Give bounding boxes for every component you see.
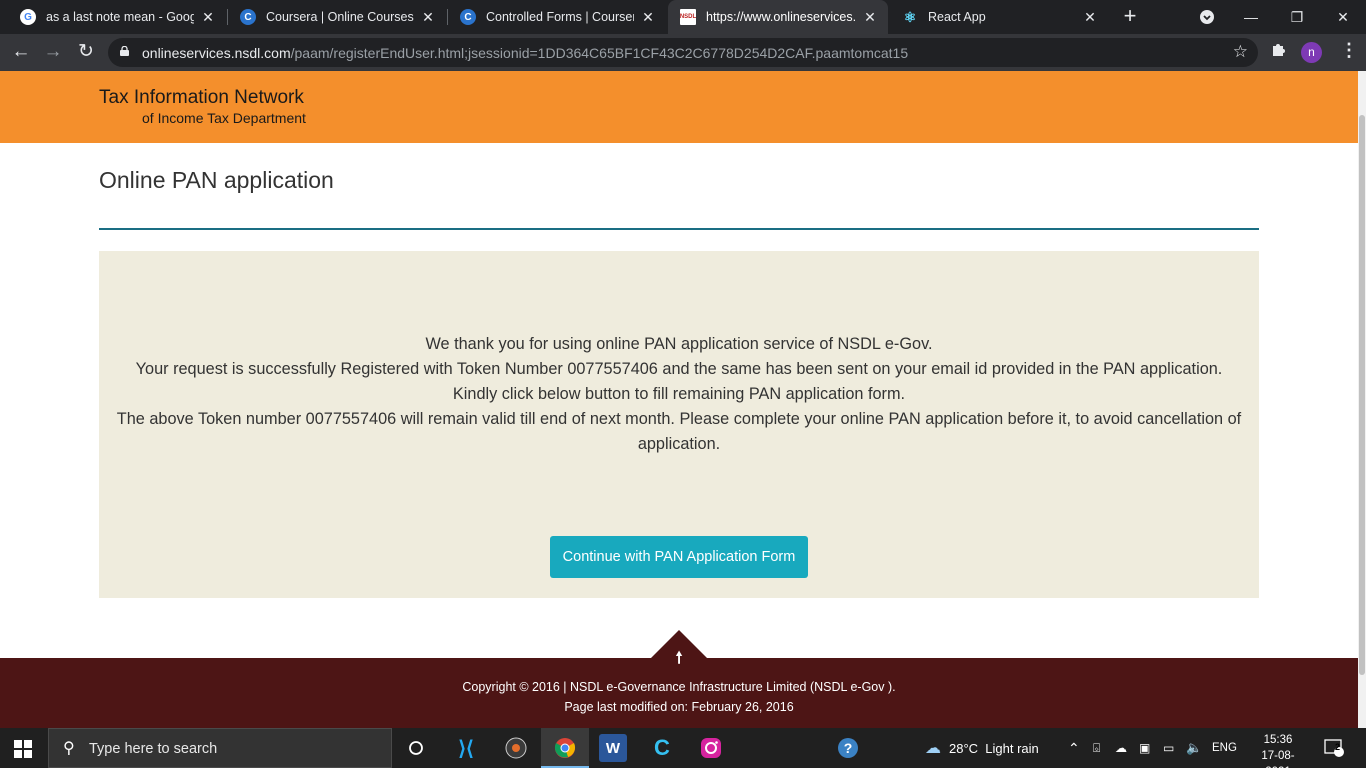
- title-divider: [99, 228, 1259, 230]
- taskbar-search-box[interactable]: ⚲ Type here to search: [48, 728, 392, 768]
- continue-pan-form-button[interactable]: Continue with PAN Application Form: [550, 536, 808, 578]
- profile-avatar[interactable]: n: [1301, 42, 1322, 63]
- nsdl-icon: NSDL: [680, 9, 696, 25]
- tab-nsdl-active[interactable]: NSDL https://www.onlineservices.ns ✕: [668, 0, 888, 34]
- close-tab-icon[interactable]: ✕: [1082, 9, 1098, 26]
- instagram-icon[interactable]: [697, 734, 725, 762]
- brand-subtitle: of Income Tax Department: [142, 110, 306, 126]
- clock-date: 17-08-2021: [1261, 750, 1295, 768]
- message-line: Kindly click below button to fill remain…: [452, 385, 906, 403]
- scrollbar-thumb[interactable]: [1359, 115, 1365, 675]
- tab-coursera-courses[interactable]: C Coursera | Online Courses & C ✕: [228, 0, 446, 34]
- restore-icon[interactable]: ❐: [1274, 0, 1320, 34]
- tab-coursera-controlled-forms[interactable]: C Controlled Forms | Coursera ✕: [448, 0, 666, 34]
- google-icon: G: [20, 9, 36, 25]
- tab-title: Controlled Forms | Coursera: [486, 10, 634, 24]
- close-tab-icon[interactable]: ✕: [420, 9, 436, 26]
- weather-text: 28°C Light rain: [949, 740, 1039, 756]
- confirmation-message: We thank you for using online PAN applic…: [99, 332, 1259, 457]
- network-icon[interactable]: ☁: [1115, 728, 1127, 768]
- battery-icon[interactable]: ▭: [1163, 728, 1174, 768]
- clock-time: 15:36: [1263, 734, 1293, 746]
- message-line: We thank you for using online PAN applic…: [425, 335, 933, 353]
- task-view-icon[interactable]: [402, 734, 430, 762]
- confirmation-panel: We thank you for using online PAN applic…: [99, 251, 1259, 598]
- tray-overflow-icon[interactable]: ⌃: [1068, 728, 1080, 768]
- help-icon[interactable]: ?: [834, 734, 862, 762]
- react-icon: ⚛: [903, 8, 917, 25]
- tab-google-search[interactable]: G as a last note mean - Google ✕: [8, 0, 226, 34]
- weather-widget[interactable]: ☁ 28°C Light rain: [925, 728, 1039, 768]
- svg-text:?: ?: [844, 740, 853, 756]
- tab-search-icon[interactable]: [1184, 0, 1230, 34]
- notification-center-icon[interactable]: 2: [1324, 728, 1344, 768]
- bookmark-star-icon[interactable]: ☆: [1233, 42, 1248, 62]
- address-bar[interactable]: onlineservices.nsdl.com/paam/registerEnd…: [108, 38, 1258, 67]
- display-icon[interactable]: ▣: [1139, 728, 1150, 768]
- language-indicator[interactable]: ENG: [1212, 728, 1237, 768]
- browser-tab-strip: G as a last note mean - Google ✕ C Cours…: [0, 0, 1366, 34]
- system-clock[interactable]: 15:36 17-08-2021: [1250, 732, 1306, 768]
- footer-last-modified: Page last modified on: February 26, 2016: [564, 700, 794, 714]
- url-host: onlineservices.nsdl.com: [142, 45, 291, 61]
- brand-title[interactable]: Tax Information Network: [99, 87, 304, 109]
- menu-kebab-icon[interactable]: ⋮: [1340, 40, 1358, 61]
- back-icon[interactable]: ←: [9, 40, 33, 64]
- reload-icon[interactable]: ↻: [74, 40, 98, 64]
- close-tab-icon[interactable]: ✕: [200, 9, 216, 26]
- tab-react-app[interactable]: ⚛ React App ✕: [890, 0, 1108, 34]
- tab-title: Coursera | Online Courses & C: [266, 10, 414, 24]
- page-scrollbar[interactable]: [1358, 71, 1366, 728]
- lock-icon: [120, 46, 129, 56]
- notification-count: 2: [1335, 742, 1341, 752]
- chrome-icon[interactable]: [551, 734, 579, 762]
- coursera-icon: C: [460, 9, 476, 25]
- message-line: Your request is successfully Registered …: [135, 360, 1223, 378]
- tab-title: https://www.onlineservices.ns: [706, 10, 856, 24]
- tab-title: as a last note mean - Google: [46, 10, 194, 24]
- page-viewport: Tax Information Network of Income Tax De…: [0, 71, 1366, 728]
- message-line: The above Token number 0077557406 will r…: [116, 410, 1242, 453]
- meet-now-icon[interactable]: ⌺: [1093, 728, 1100, 768]
- windows-taskbar: ⚲ Type here to search ⟩⟨ W C ? ☁ 28°C Li…: [0, 728, 1366, 768]
- site-header: Tax Information Network of Income Tax De…: [0, 71, 1358, 143]
- url-text: onlineservices.nsdl.com/paam/registerEnd…: [142, 45, 908, 61]
- browser-toolbar: ← → ↻ onlineservices.nsdl.com/paam/regis…: [0, 34, 1366, 71]
- canva-icon[interactable]: C: [648, 734, 676, 762]
- cloud-rain-icon: ☁: [925, 740, 941, 757]
- url-path: /paam/registerEndUser.html;jsessionid=1D…: [290, 45, 909, 61]
- search-icon: ⚲: [63, 740, 75, 757]
- vscode-icon[interactable]: ⟩⟨: [452, 734, 480, 762]
- word-icon[interactable]: W: [599, 734, 627, 762]
- forward-icon[interactable]: →: [41, 40, 65, 64]
- minimize-icon[interactable]: —: [1228, 0, 1274, 34]
- volume-icon[interactable]: 🔈: [1186, 728, 1202, 768]
- new-tab-icon[interactable]: +: [1118, 5, 1142, 29]
- close-tab-icon[interactable]: ✕: [862, 9, 878, 26]
- up-arrow-icon[interactable]: 🠕: [670, 647, 688, 674]
- coursera-icon: C: [240, 9, 256, 25]
- close-tab-icon[interactable]: ✕: [640, 9, 656, 26]
- obs-icon[interactable]: [502, 734, 530, 762]
- windows-start-icon[interactable]: [14, 740, 32, 758]
- extensions-puzzle-icon[interactable]: [1270, 41, 1286, 62]
- page-title: Online PAN application: [99, 167, 334, 193]
- tab-title: React App: [928, 10, 986, 24]
- footer-copyright: Copyright © 2016 | NSDL e-Governance Inf…: [462, 680, 896, 694]
- search-placeholder: Type here to search: [89, 741, 218, 757]
- close-window-icon[interactable]: ✕: [1320, 0, 1366, 34]
